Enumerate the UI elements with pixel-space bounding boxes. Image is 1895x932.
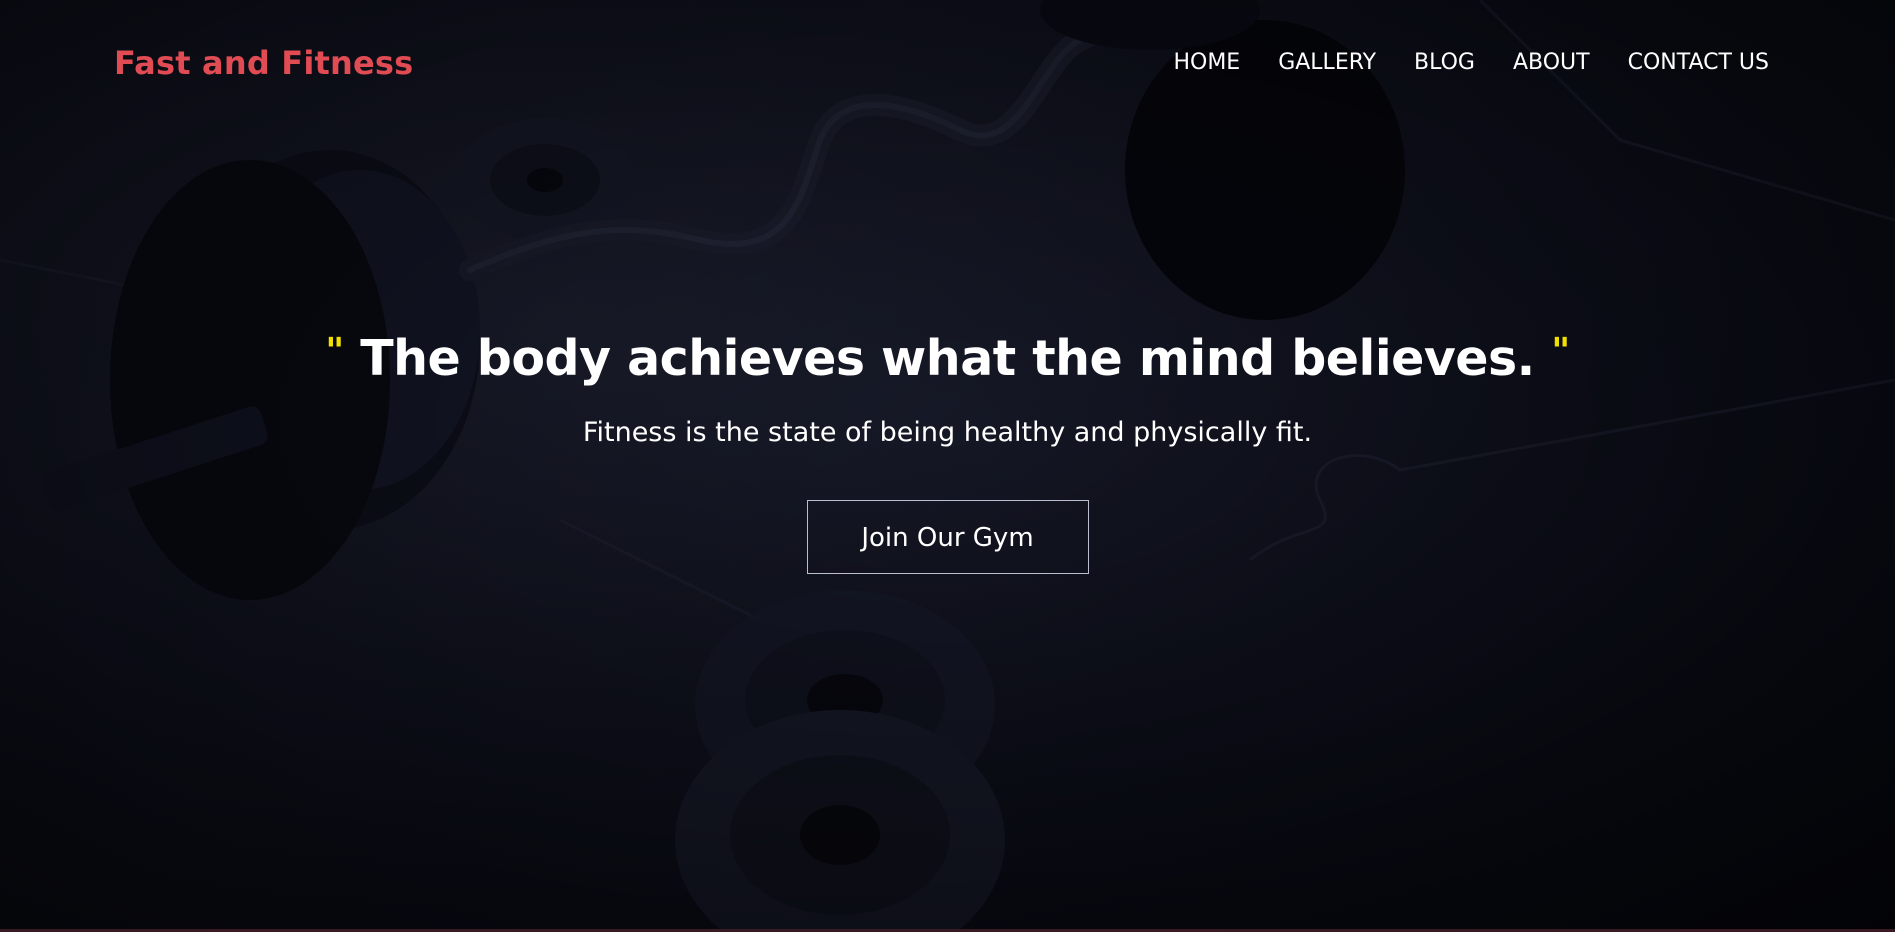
nav-item-blog[interactable]: BLOG — [1414, 50, 1475, 75]
hero-subtitle: Fitness is the state of being healthy an… — [582, 417, 1313, 448]
quote-open-mark: " — [325, 331, 344, 372]
join-gym-button[interactable]: Join Our Gym — [806, 500, 1089, 574]
hero-content: " The body achieves what the mind believ… — [0, 330, 1895, 574]
nav-item-home[interactable]: HOME — [1173, 50, 1240, 75]
hero-section: Fast and Fitness HOME GALLERY BLOG ABOUT… — [0, 0, 1895, 932]
quote-close-mark: " — [1551, 331, 1570, 372]
hero-quote: " The body achieves what the mind believ… — [0, 330, 1895, 387]
nav-item-gallery[interactable]: GALLERY — [1278, 50, 1376, 75]
nav-item-contact-us[interactable]: CONTACT US — [1628, 50, 1769, 75]
nav-item-about[interactable]: ABOUT — [1513, 50, 1590, 75]
quote-text: The body achieves what the mind believes… — [360, 330, 1535, 387]
main-navigation: HOME GALLERY BLOG ABOUT CONTACT US — [1173, 50, 1769, 75]
brand-logo-text[interactable]: Fast and Fitness — [114, 44, 413, 82]
